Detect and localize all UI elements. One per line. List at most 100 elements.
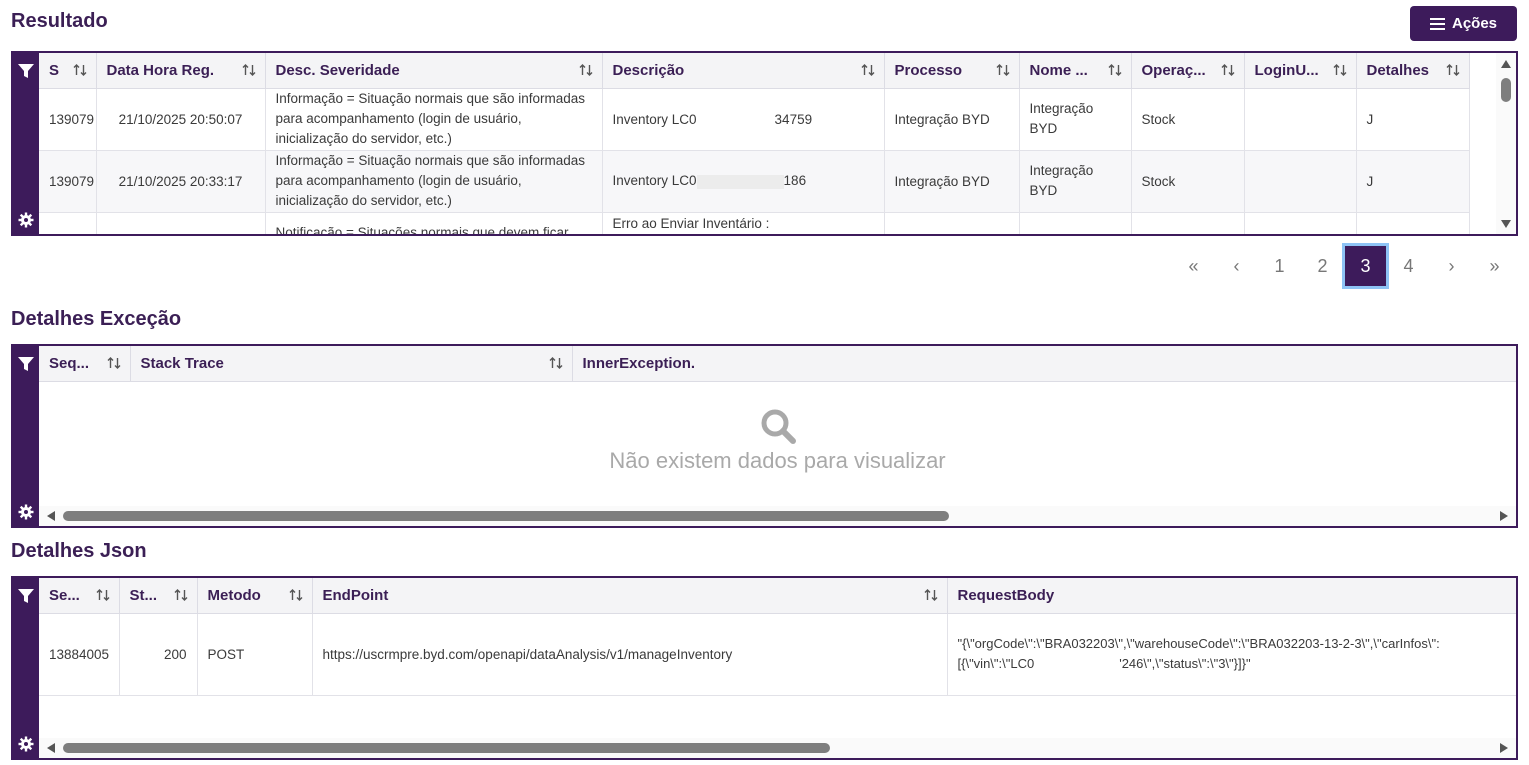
vertical-scrollbar[interactable]: [1496, 53, 1516, 234]
column-header-data-hora[interactable]: Data Hora Reg.: [96, 53, 266, 89]
cell-nome: Integração BYD: [1019, 88, 1132, 151]
cell-operacao: Stock: [1131, 88, 1245, 151]
column-header-desc-severidade[interactable]: Desc. Severidade: [265, 53, 603, 89]
column-header-operacao[interactable]: Operaç...: [1131, 53, 1245, 89]
filter-icon[interactable]: [18, 589, 34, 603]
actions-button[interactable]: Ações: [1410, 6, 1517, 41]
table-header-row: S Data Hora Reg. Desc. Severidade Descri…: [39, 53, 1470, 89]
sort-icon[interactable]: [1332, 62, 1348, 78]
actions-button-label: Ações: [1451, 15, 1498, 32]
cell-detalhes[interactable]: J: [1356, 150, 1470, 213]
page-4-button[interactable]: 4: [1387, 243, 1430, 289]
cell-descricao: Erro ao Enviar Inventário :: [602, 212, 885, 234]
cell-s: 139079: [39, 88, 97, 151]
filter-icon[interactable]: [18, 64, 34, 78]
page-2-button[interactable]: 2: [1301, 243, 1344, 289]
sort-icon[interactable]: [241, 62, 257, 78]
column-header-metodo[interactable]: Metodo: [197, 578, 313, 614]
filter-icon[interactable]: [18, 357, 34, 371]
first-page-button[interactable]: «: [1172, 243, 1215, 289]
cell-descricao: Inventory LC0 186: [602, 150, 885, 213]
table-row[interactable]: 139079 21/10/2025 20:50:07 Informação = …: [39, 88, 1470, 151]
table-row[interactable]: Notificação = Situações normais que deve…: [39, 212, 1470, 234]
cell-operacao: [1131, 212, 1245, 234]
json-table: Se... St... Metodo EndPoint RequestBody …: [39, 578, 1516, 696]
scroll-right-arrow-icon[interactable]: [1500, 743, 1508, 753]
sort-icon[interactable]: [1220, 62, 1236, 78]
column-header-detalhes[interactable]: Detalhes: [1356, 53, 1470, 89]
empty-state: Não existem dados para visualizar: [39, 408, 1516, 474]
sort-icon[interactable]: [548, 355, 564, 371]
sort-icon[interactable]: [106, 355, 122, 371]
sort-icon[interactable]: [1107, 62, 1123, 78]
sort-icon[interactable]: [95, 587, 111, 603]
next-page-button[interactable]: ›: [1430, 243, 1473, 289]
page-3-button[interactable]: 3: [1342, 243, 1389, 289]
settings-gear-icon[interactable]: [18, 736, 34, 752]
excecao-table: Seq... Stack Trace InnerException.: [39, 346, 1516, 382]
table-header-row: Se... St... Metodo EndPoint RequestBody: [39, 578, 1516, 614]
sort-icon[interactable]: [923, 587, 939, 603]
horizontal-scrollbar[interactable]: [39, 738, 1516, 758]
cell-data-hora: 21/10/2025 20:50:07: [96, 88, 266, 151]
scroll-right-arrow-icon[interactable]: [1500, 511, 1508, 521]
resultado-title: Resultado: [11, 10, 108, 32]
resultado-grid: S Data Hora Reg. Desc. Severidade Descri…: [11, 51, 1518, 236]
table-row[interactable]: 139079 21/10/2025 20:33:17 Informação = …: [39, 150, 1470, 213]
cell-detalhes[interactable]: J: [1356, 88, 1470, 151]
last-page-button[interactable]: »: [1473, 243, 1516, 289]
horizontal-scrollbar[interactable]: [39, 506, 1516, 526]
detalhes-excecao-title: Detalhes Exceção: [11, 308, 182, 330]
cell-descricao: Inventory LC0 34759: [602, 88, 885, 151]
column-header-seq[interactable]: Se...: [39, 578, 120, 614]
sort-icon[interactable]: [72, 62, 88, 78]
cell-seq: 13884005: [39, 613, 120, 696]
prev-page-button[interactable]: ‹: [1215, 243, 1258, 289]
sort-icon[interactable]: [288, 587, 304, 603]
settings-gear-icon[interactable]: [18, 504, 34, 520]
cell-status: 200: [119, 613, 198, 696]
scrollbar-thumb[interactable]: [1501, 78, 1511, 102]
cell-processo: Integração BYD: [884, 150, 1020, 213]
sort-icon[interactable]: [1445, 62, 1461, 78]
column-header-seq[interactable]: Seq...: [39, 346, 131, 382]
cell-login: [1244, 212, 1357, 234]
cell-login: [1244, 150, 1357, 213]
cell-data-hora: 21/10/2025 20:33:17: [96, 150, 266, 213]
cell-processo: Integração BYD: [884, 88, 1020, 151]
scroll-left-arrow-icon[interactable]: [47, 743, 55, 753]
column-header-stack-trace[interactable]: Stack Trace: [130, 346, 573, 382]
resultado-table: S Data Hora Reg. Desc. Severidade Descri…: [39, 53, 1470, 234]
cell-nome: Integração BYD: [1019, 150, 1132, 213]
scrollbar-thumb[interactable]: [63, 743, 830, 753]
scroll-down-arrow-icon[interactable]: [1501, 220, 1511, 228]
sort-icon[interactable]: [995, 62, 1011, 78]
sort-icon[interactable]: [578, 62, 594, 78]
cell-endpoint: https://uscrmpre.byd.com/openapi/dataAna…: [312, 613, 948, 696]
sort-icon[interactable]: [860, 62, 876, 78]
column-header-s[interactable]: S: [39, 53, 97, 89]
empty-message: Não existem dados para visualizar: [609, 448, 946, 473]
cell-processo: [884, 212, 1020, 234]
column-header-status[interactable]: St...: [119, 578, 198, 614]
column-header-endpoint[interactable]: EndPoint: [312, 578, 948, 614]
column-header-nome[interactable]: Nome ...: [1019, 53, 1132, 89]
scrollbar-thumb[interactable]: [63, 511, 949, 521]
column-header-request-body[interactable]: RequestBody: [947, 578, 1516, 614]
scroll-left-arrow-icon[interactable]: [47, 511, 55, 521]
scroll-up-arrow-icon[interactable]: [1501, 60, 1511, 68]
cell-metodo: POST: [197, 613, 313, 696]
cell-operacao: Stock: [1131, 150, 1245, 213]
cell-nome: [1019, 212, 1132, 234]
sort-icon[interactable]: [173, 587, 189, 603]
column-header-login[interactable]: LoginU...: [1244, 53, 1357, 89]
menu-icon: [1429, 17, 1445, 30]
cell-detalhes[interactable]: [1356, 212, 1470, 234]
column-header-processo[interactable]: Processo: [884, 53, 1020, 89]
settings-gear-icon[interactable]: [18, 212, 34, 228]
page-1-button[interactable]: 1: [1258, 243, 1301, 289]
column-header-descricao[interactable]: Descrição: [602, 53, 885, 89]
table-header-row: Seq... Stack Trace InnerException.: [39, 346, 1516, 382]
column-header-inner-exception[interactable]: InnerException.: [572, 346, 1516, 382]
table-row[interactable]: 13884005 200 POST https://uscrmpre.byd.c…: [39, 613, 1516, 696]
